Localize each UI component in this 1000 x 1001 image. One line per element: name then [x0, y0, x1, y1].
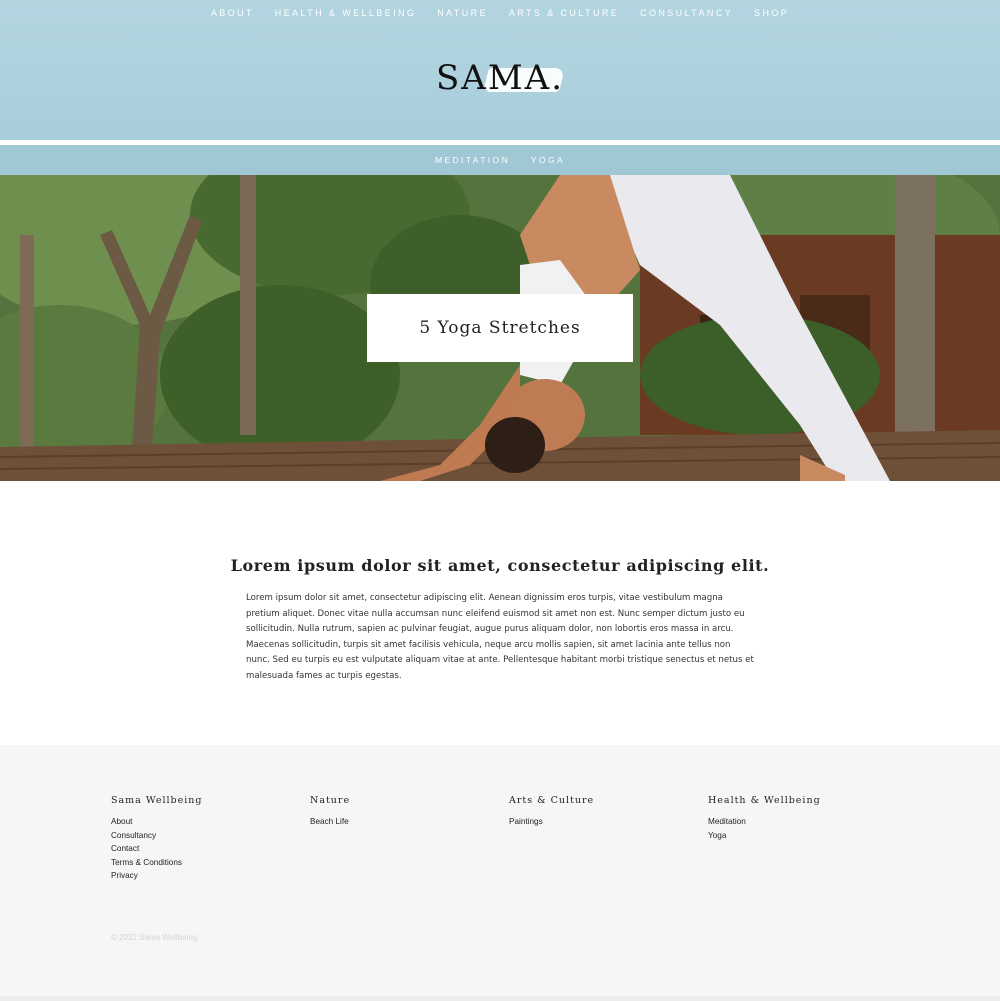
nav-consultancy[interactable]: CONSULTANCY	[640, 8, 733, 18]
footer-column-title: Sama Wellbeing	[111, 795, 203, 806]
nav-health-wellbeing[interactable]: HEALTH & WELLBEING	[275, 8, 417, 18]
nav-about[interactable]: ABOUT	[211, 8, 254, 18]
footer-link-contact[interactable]: Contact	[111, 844, 139, 853]
sub-nav: MEDITATION YOGA	[0, 145, 1000, 175]
copyright-text: © 2022 Sama Wellbeing	[111, 933, 198, 942]
footer-link-meditation[interactable]: Meditation	[708, 817, 746, 826]
footer-link-yoga[interactable]: Yoga	[708, 831, 726, 840]
article-body: Lorem ipsum dolor sit amet, consectetur …	[246, 593, 754, 681]
site-header: ABOUT HEALTH & WELLBEING NATURE ARTS & C…	[0, 0, 1000, 140]
footer-column-title: Health & Wellbeing	[708, 795, 821, 806]
subnav-meditation[interactable]: MEDITATION	[435, 145, 510, 175]
footer-column-sama-wellbeing: Sama Wellbeing About Consultancy Contact…	[111, 795, 203, 883]
hero-title: 5 Yoga Stretches	[419, 318, 581, 338]
logo-container: SAMA.	[0, 58, 1000, 98]
site-footer: Sama Wellbeing About Consultancy Contact…	[0, 745, 1000, 1001]
hero-title-card: 5 Yoga Stretches	[367, 294, 633, 362]
hero-image: 5 Yoga Stretches	[0, 175, 1000, 481]
footer-link-beach-life[interactable]: Beach Life	[310, 817, 349, 826]
footer-link-paintings[interactable]: Paintings	[509, 817, 543, 826]
bottom-border	[0, 996, 1000, 1001]
footer-column-health-wellbeing: Health & Wellbeing Meditation Yoga	[708, 795, 821, 842]
footer-column-arts-culture: Arts & Culture Paintings	[509, 795, 594, 829]
article-heading: Lorem ipsum dolor sit amet, consectetur …	[230, 556, 770, 575]
footer-link-privacy[interactable]: Privacy	[111, 871, 138, 880]
top-nav: ABOUT HEALTH & WELLBEING NATURE ARTS & C…	[0, 8, 1000, 18]
nav-arts-culture[interactable]: ARTS & CULTURE	[509, 8, 619, 18]
nav-nature[interactable]: NATURE	[437, 8, 488, 18]
nav-shop[interactable]: SHOP	[754, 8, 789, 18]
logo-text: SAMA.	[435, 58, 565, 98]
footer-link-consultancy[interactable]: Consultancy	[111, 831, 156, 840]
footer-link-about[interactable]: About	[111, 817, 132, 826]
site-logo[interactable]: SAMA.	[430, 58, 570, 98]
footer-column-title: Nature	[310, 795, 351, 806]
subnav-yoga[interactable]: YOGA	[531, 145, 565, 175]
footer-column-title: Arts & Culture	[509, 795, 595, 806]
footer-column-nature: Nature Beach Life	[310, 795, 350, 829]
footer-link-terms[interactable]: Terms & Conditions	[111, 858, 182, 867]
